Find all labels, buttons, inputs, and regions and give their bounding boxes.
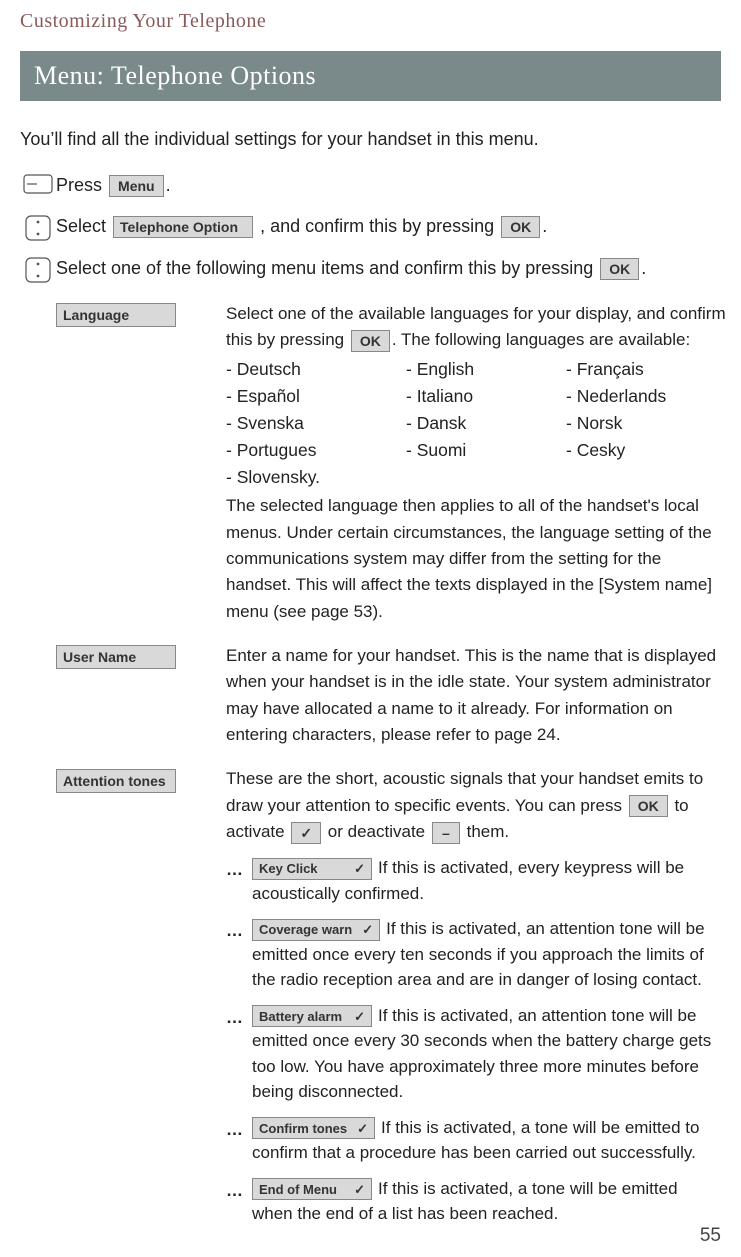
ellipsis-icon: … bbox=[226, 1115, 252, 1143]
user-name-label-box: User Name bbox=[56, 645, 176, 669]
language-list: - Deutsch - English - Français - Español… bbox=[226, 356, 726, 492]
select2-post: . bbox=[641, 258, 646, 278]
page-number: 55 bbox=[700, 1225, 721, 1247]
select-post: . bbox=[542, 216, 547, 236]
sub-end-of-menu: … End of Menu ✓ If this is activated, a … bbox=[226, 1176, 721, 1227]
lang-item: - Cesky bbox=[566, 437, 726, 464]
check-icon: ✓ bbox=[362, 923, 373, 936]
end-of-menu-box: End of Menu ✓ bbox=[252, 1178, 372, 1200]
option-attention-tones: Attention tones These are the short, aco… bbox=[56, 766, 721, 1227]
ellipsis-icon: … bbox=[226, 916, 252, 944]
sub-confirm-tones: … Confirm tones ✓ If this is activated, … bbox=[226, 1115, 721, 1166]
press-dot: . bbox=[166, 175, 171, 195]
ellipsis-icon: … bbox=[226, 1176, 252, 1204]
d-key-icon bbox=[20, 172, 56, 194]
language-note: The selected language then applies to al… bbox=[226, 493, 726, 625]
sub-key-click: … Key Click ✓ If this is activated, ever… bbox=[226, 855, 721, 906]
dash-key: – bbox=[432, 822, 460, 844]
step-select-option: Select Telephone Option , and confirm th… bbox=[20, 213, 721, 241]
sub-battery-alarm: … Battery alarm ✓ If this is activated, … bbox=[226, 1003, 721, 1105]
lang-item: - Italiano bbox=[406, 383, 566, 410]
attention-post: them. bbox=[467, 822, 510, 841]
menu-key: Menu bbox=[109, 175, 164, 197]
section-title: Menu: Telephone Options bbox=[20, 51, 721, 101]
option-language: Language Select one of the available lan… bbox=[56, 301, 721, 625]
sub-coverage-warn: … Coverage warn ✓ If this is activated, … bbox=[226, 916, 721, 993]
user-name-text: Enter a name for your handset. This is t… bbox=[226, 643, 721, 748]
lang-item: - Suomi bbox=[406, 437, 566, 464]
lang-item: - Español bbox=[226, 383, 406, 410]
option-user-name: User Name Enter a name for your handset.… bbox=[56, 643, 721, 748]
lang-item: - Portugues bbox=[226, 437, 406, 464]
page-heading: Customizing Your Telephone bbox=[20, 10, 721, 33]
manual-page: Customizing Your Telephone Menu: Telepho… bbox=[0, 0, 741, 1257]
battery-alarm-box: Battery alarm ✓ bbox=[252, 1005, 372, 1027]
ok-key: OK bbox=[501, 216, 540, 238]
check-icon: ✓ bbox=[354, 1183, 365, 1196]
lang-item: - Deutsch bbox=[226, 356, 406, 383]
telephone-option-key: Telephone Option bbox=[113, 216, 253, 238]
attention-label-box: Attention tones bbox=[56, 769, 176, 793]
key-click-box: Key Click ✓ bbox=[252, 858, 372, 880]
lang-item: - English bbox=[406, 356, 566, 383]
dpad-icon bbox=[20, 213, 56, 241]
language-text-post: . The following languages are available: bbox=[392, 330, 690, 349]
ellipsis-icon: … bbox=[226, 855, 252, 883]
attention-mid2: or deactivate bbox=[328, 822, 425, 841]
language-label-box: Language bbox=[56, 303, 176, 327]
intro-text: You’ll find all the individual settings … bbox=[20, 129, 721, 150]
lang-item: - Dansk bbox=[406, 410, 566, 437]
check-icon: ✓ bbox=[354, 1010, 365, 1023]
check-icon: ✓ bbox=[354, 862, 365, 875]
press-label: Press bbox=[56, 175, 102, 195]
lang-item: - Français bbox=[566, 356, 726, 383]
select-pre: Select bbox=[56, 216, 106, 236]
lang-item: - Nederlands bbox=[566, 383, 726, 410]
check-key: ✓ bbox=[291, 822, 321, 844]
lang-item: - Norsk bbox=[566, 410, 726, 437]
ok-key-4: OK bbox=[629, 795, 668, 817]
check-icon: ✓ bbox=[357, 1122, 368, 1135]
coverage-warn-box: Coverage warn ✓ bbox=[252, 919, 380, 941]
ellipsis-icon: … bbox=[226, 1003, 252, 1031]
lang-item: - Slovensky. bbox=[226, 464, 406, 491]
dpad-icon-2 bbox=[20, 255, 56, 283]
select2-pre: Select one of the following menu items a… bbox=[56, 258, 598, 278]
ok-key-2: OK bbox=[600, 258, 639, 280]
ok-key-3: OK bbox=[351, 330, 390, 352]
step-select-item: Select one of the following menu items a… bbox=[20, 255, 721, 283]
select-mid: , and confirm this by pressing bbox=[260, 216, 494, 236]
step-press-menu: Press Menu. bbox=[20, 172, 721, 199]
confirm-tones-box: Confirm tones ✓ bbox=[252, 1117, 375, 1139]
lang-item: - Svenska bbox=[226, 410, 406, 437]
